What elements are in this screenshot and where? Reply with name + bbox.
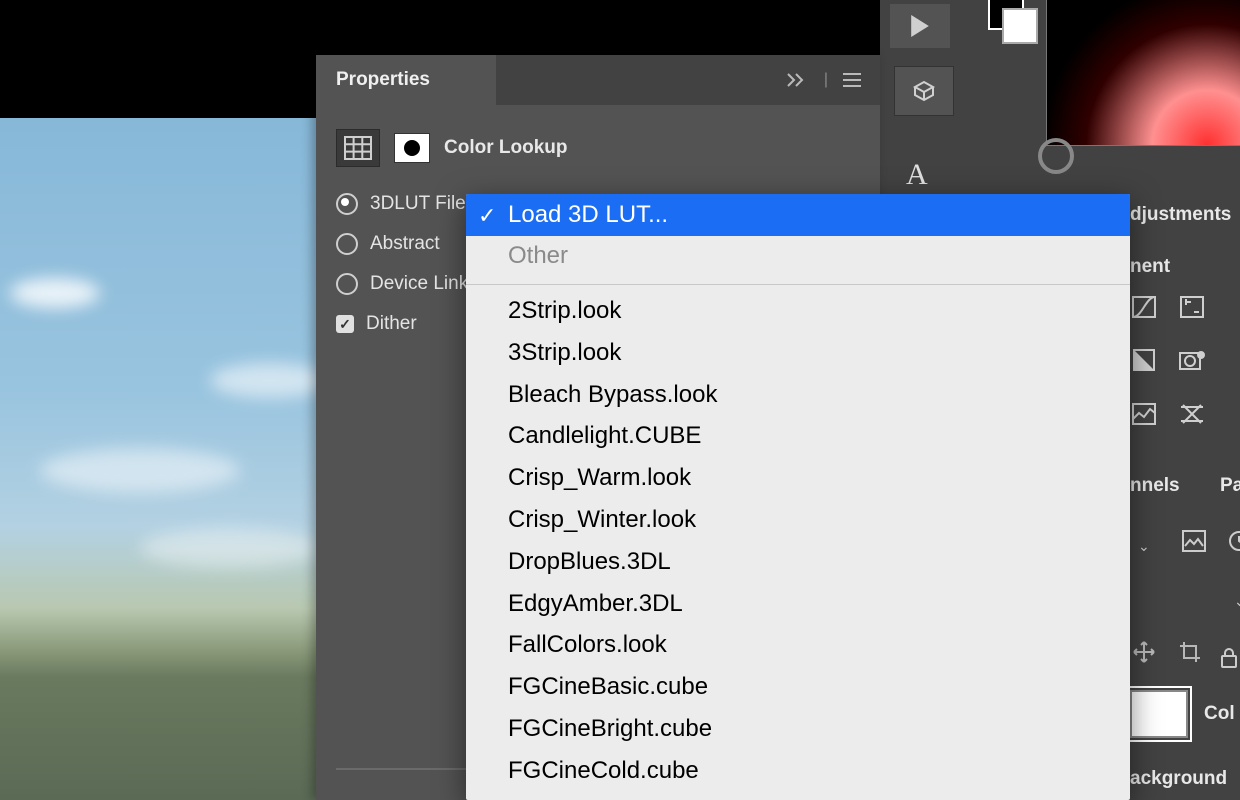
lock-icon[interactable]: [1220, 648, 1238, 673]
divider: |: [824, 71, 828, 89]
dropdown-item[interactable]: DropBlues.3DL: [466, 541, 1130, 583]
collapse-icon[interactable]: [786, 72, 810, 88]
adjustment-subheading: nent: [1130, 256, 1170, 278]
radio-icon[interactable]: [336, 273, 358, 295]
adjustments-tab[interactable]: djustments: [1130, 204, 1231, 226]
document-canvas[interactable]: [0, 118, 316, 800]
checkmark-icon: ✓: [478, 200, 496, 232]
dropdown-item-label: Load 3D LUT...: [508, 201, 668, 228]
dropdown-item[interactable]: FGCineCold.cube: [466, 750, 1130, 792]
dropdown-caret-icon[interactable]: ⌄: [1138, 538, 1150, 555]
dropdown-item[interactable]: Crisp_Warm.look: [466, 458, 1130, 500]
option-label: Abstract: [370, 233, 440, 255]
dropdown-item-label: DropBlues.3DL: [508, 548, 671, 575]
type-tool-icon[interactable]: A: [906, 158, 928, 192]
cloud-shape: [140, 528, 320, 568]
dropdown-item[interactable]: EdgyAmber.3DL: [466, 583, 1130, 625]
dropdown-item-label: FGCineBasic.cube: [508, 673, 708, 700]
dropdown-item[interactable]: Candlelight.CUBE: [466, 416, 1130, 458]
foreground-background-swatch[interactable]: [988, 0, 1034, 40]
layer-name[interactable]: ackground: [1130, 768, 1227, 790]
separator: [466, 284, 1130, 285]
dropdown-item-label: FGCineBright.cube: [508, 715, 712, 742]
dropdown-caret-icon[interactable]: ⌄: [1234, 593, 1240, 610]
dropdown-item-label: Crisp_Warm.look: [508, 464, 691, 491]
dropdown-item-label: Other: [508, 242, 568, 269]
dropdown-item[interactable]: FallColors.look: [466, 625, 1130, 667]
adjustment-title: Color Lookup: [444, 137, 567, 159]
photo-filter-icon[interactable]: [1178, 348, 1206, 372]
dropdown-item[interactable]: Bleach Bypass.look: [466, 374, 1130, 416]
move-icon[interactable]: [1130, 640, 1158, 664]
history-icon[interactable]: [1228, 530, 1240, 557]
black-white-icon[interactable]: [1130, 348, 1158, 372]
color-picker-sample[interactable]: [1046, 0, 1240, 146]
layer-row[interactable]: Col: [1130, 690, 1235, 738]
option-label: 3DLUT File: [370, 193, 466, 215]
layer-thumbnail[interactable]: [1130, 690, 1188, 738]
option-label: Dither: [366, 313, 417, 335]
lut-grid-button[interactable]: [336, 129, 380, 167]
dropdown-item-label: 2Strip.look: [508, 297, 621, 324]
3d-panel-icon[interactable]: [894, 66, 954, 116]
selective-color-icon[interactable]: [1178, 402, 1206, 426]
dropdown-item-load-lut[interactable]: ✓ Load 3D LUT...: [466, 194, 1130, 236]
dropdown-item[interactable]: FGCineDrama.cube: [466, 792, 1130, 800]
dropdown-item[interactable]: Crisp_Winter.look: [466, 500, 1130, 542]
cloud-shape: [40, 448, 240, 493]
dropdown-item-label: FallColors.look: [508, 631, 667, 658]
layer-name[interactable]: Col: [1204, 703, 1235, 725]
panel-tabbar: Properties |: [316, 55, 880, 105]
dropdown-item[interactable]: FGCineBright.cube: [466, 709, 1130, 751]
tab-properties[interactable]: Properties: [316, 55, 496, 105]
crop-icon[interactable]: [1176, 640, 1204, 664]
curves-icon[interactable]: [1130, 295, 1158, 319]
dropdown-item-other: Other: [466, 236, 1130, 278]
dropdown-item-label: 3Strip.look: [508, 339, 621, 366]
dropdown-item-label: Crisp_Winter.look: [508, 506, 696, 533]
dropdown-item[interactable]: 2Strip.look: [466, 291, 1130, 333]
panel-menu-icon[interactable]: [842, 72, 862, 88]
dropdown-item[interactable]: 3Strip.look: [466, 332, 1130, 374]
dropdown-item-label: FGCineCold.cube: [508, 757, 699, 784]
channels-tab[interactable]: nnels: [1130, 475, 1180, 497]
exposure-icon[interactable]: [1178, 295, 1206, 319]
radio-icon[interactable]: [336, 193, 358, 215]
dropdown-item-label: Bleach Bypass.look: [508, 381, 717, 408]
cloud-shape: [10, 278, 100, 308]
dropdown-item[interactable]: FGCineBasic.cube: [466, 667, 1130, 709]
dropdown-item-label: Candlelight.CUBE: [508, 422, 701, 449]
lut-dropdown-menu[interactable]: ✓ Load 3D LUT... Other 2Strip.look 3Strip…: [466, 194, 1130, 800]
checkbox-icon[interactable]: ✓: [336, 315, 354, 333]
play-button[interactable]: [890, 4, 950, 48]
thumbnail-mode-icon[interactable]: [1182, 530, 1206, 557]
option-label: Device Link: [370, 273, 468, 295]
paths-tab[interactable]: Pa: [1220, 475, 1240, 497]
color-picker-cursor: [1038, 138, 1074, 174]
posterize-icon[interactable]: [1130, 402, 1158, 426]
layer-mask-thumb[interactable]: [394, 133, 430, 163]
dropdown-item-label: EdgyAmber.3DL: [508, 590, 683, 617]
cloud-shape: [210, 363, 330, 398]
radio-icon[interactable]: [336, 233, 358, 255]
